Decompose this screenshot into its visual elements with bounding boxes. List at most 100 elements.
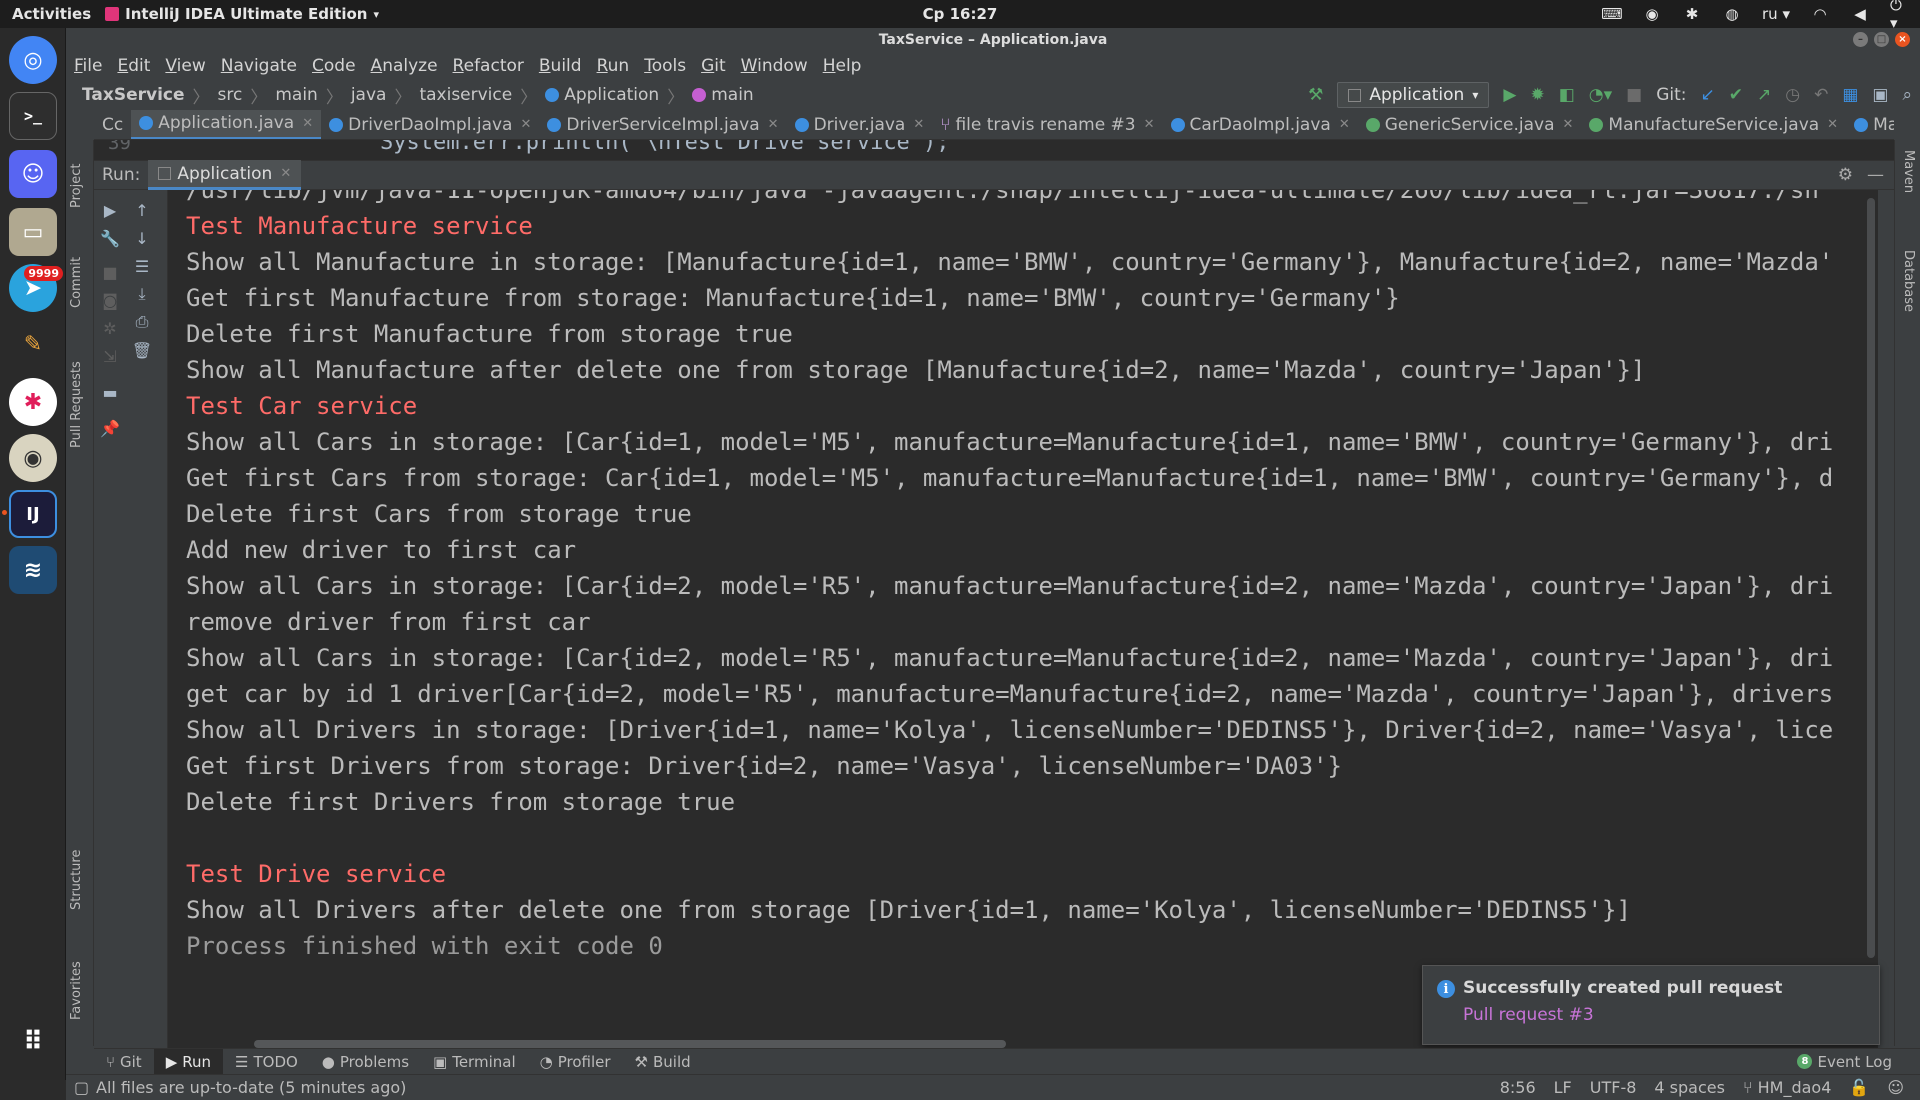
- terminal-icon[interactable]: >_: [9, 92, 57, 140]
- clock[interactable]: Ср 16:27: [923, 5, 998, 23]
- project-panel-tab[interactable]: Project: [69, 164, 84, 208]
- stop-icon[interactable]: ■: [1626, 85, 1642, 105]
- favorites-panel-tab[interactable]: Favorites: [69, 961, 84, 1020]
- profile-icon[interactable]: ◔▾: [1589, 85, 1612, 105]
- search-icon[interactable]: ⌕: [1902, 85, 1912, 105]
- project-structure-icon[interactable]: ▦: [1842, 85, 1858, 105]
- vertical-scrollbar[interactable]: [1864, 190, 1878, 1048]
- close-tab-icon[interactable]: ✕: [1563, 117, 1574, 132]
- inspector-icon[interactable]: ☺: [1887, 1078, 1904, 1097]
- rollback-icon[interactable]: ↶: [1814, 85, 1828, 105]
- slack-icon[interactable]: ✱: [9, 378, 57, 426]
- coverage-icon[interactable]: ◧: [1559, 85, 1575, 105]
- tab-genericservice-java[interactable]: GenericService.java ✕: [1358, 110, 1582, 139]
- tab-problems[interactable]: ● Problems: [310, 1049, 421, 1075]
- tab-manufactureservice-java[interactable]: ManufactureService.java ✕: [1581, 110, 1846, 139]
- trash-icon[interactable]: 🗑: [132, 340, 152, 360]
- rerun-icon[interactable]: ▶: [100, 200, 120, 220]
- breadcrumb-java[interactable]: java: [351, 85, 387, 105]
- tab-partial-left[interactable]: Cc: [94, 110, 131, 139]
- menu-refactor[interactable]: Refactor: [453, 56, 524, 76]
- camera-icon[interactable]: ◙: [100, 290, 120, 310]
- status-toggle-icon[interactable]: ▢: [74, 1078, 89, 1097]
- tab-git[interactable]: ⑂ Git: [94, 1049, 154, 1075]
- menu-view[interactable]: View: [165, 56, 205, 76]
- language-indicator[interactable]: ru ▾: [1762, 5, 1790, 23]
- tab-profiler[interactable]: ◔ Profiler: [528, 1049, 623, 1075]
- breadcrumb-class[interactable]: Application: [545, 85, 659, 105]
- scrollbar-thumb[interactable]: [1867, 198, 1875, 958]
- arrow-up-icon[interactable]: ↑: [132, 200, 152, 220]
- wrench-icon[interactable]: 🔧: [100, 228, 120, 248]
- print-icon[interactable]: ⎙: [132, 312, 152, 332]
- minimize-panel-icon[interactable]: —: [1867, 165, 1884, 185]
- close-tab-icon[interactable]: ✕: [1339, 117, 1350, 132]
- caret-position[interactable]: 8:56: [1500, 1078, 1536, 1097]
- git-commit-icon[interactable]: ✔: [1729, 85, 1743, 105]
- menu-analyze[interactable]: Analyze: [371, 56, 438, 76]
- stop-icon[interactable]: ■: [100, 262, 120, 282]
- tab-driverdaoimpl-java[interactable]: DriverDaoImpl.java ✕: [321, 110, 539, 139]
- intellij-dock-icon[interactable]: IJ: [9, 490, 57, 538]
- discord-tray-icon[interactable]: ◉: [1642, 5, 1662, 23]
- menu-run[interactable]: Run: [597, 56, 630, 76]
- breadcrumb-package[interactable]: taxiservice: [419, 85, 512, 105]
- git-push-icon[interactable]: ↗: [1757, 85, 1771, 105]
- indent-setting[interactable]: 4 spaces: [1654, 1078, 1725, 1097]
- database-panel-tab[interactable]: Database: [1901, 250, 1916, 312]
- close-tab-icon[interactable]: ✕: [768, 117, 779, 132]
- gear-off-icon[interactable]: ✲: [100, 318, 120, 338]
- close-tab-icon[interactable]: ✕: [302, 116, 313, 131]
- event-log-button[interactable]: 8 Event Log: [1797, 1053, 1892, 1071]
- close-icon[interactable]: ×: [1895, 32, 1910, 47]
- wifi-icon[interactable]: ◠: [1810, 5, 1830, 23]
- globe-icon[interactable]: ◍: [1722, 5, 1742, 23]
- show-apps-icon[interactable]: ⠿: [9, 1018, 57, 1066]
- commit-panel-tab[interactable]: Commit: [69, 257, 84, 308]
- pull-request-link[interactable]: Pull request #3: [1463, 1005, 1594, 1025]
- git-update-icon[interactable]: ↙: [1701, 85, 1715, 105]
- structure-panel-tab[interactable]: Structure: [69, 850, 84, 910]
- menu-window[interactable]: Window: [741, 56, 808, 76]
- minimize-icon[interactable]: –: [1853, 32, 1868, 47]
- menu-navigate[interactable]: Navigate: [221, 56, 297, 76]
- git-branch[interactable]: ⑂ HM_dao4: [1743, 1078, 1831, 1097]
- lock-icon[interactable]: 🔓: [1849, 1078, 1869, 1097]
- menu-edit[interactable]: Edit: [117, 56, 150, 76]
- breadcrumb-main-folder[interactable]: main: [275, 85, 317, 105]
- tab-run[interactable]: ▶ Run: [153, 1048, 224, 1075]
- tab-driver-java[interactable]: Driver.java ✕: [787, 110, 933, 139]
- file-manager-icon[interactable]: ▭: [9, 208, 57, 256]
- close-tab-icon[interactable]: ✕: [1144, 117, 1155, 132]
- run-icon[interactable]: ▶: [1503, 85, 1516, 105]
- debug-icon[interactable]: ✹: [1530, 85, 1544, 105]
- rhythmbox-icon[interactable]: ◉: [9, 434, 57, 482]
- discord-icon[interactable]: ☺: [9, 150, 57, 198]
- arrow-down-icon[interactable]: ↓: [132, 228, 152, 248]
- activities-button[interactable]: Activities: [0, 5, 105, 23]
- chrome-icon[interactable]: ◎: [9, 36, 57, 84]
- maximize-icon[interactable]: □: [1874, 32, 1889, 47]
- pin-icon[interactable]: 📌: [100, 418, 120, 438]
- close-tab-icon[interactable]: ✕: [913, 117, 924, 132]
- history-icon[interactable]: ◷: [1785, 85, 1800, 105]
- close-tab-icon[interactable]: ✕: [1827, 117, 1838, 132]
- tab-driverserviceimpl-java[interactable]: DriverServiceImpl.java ✕: [539, 110, 786, 139]
- tab-terminal[interactable]: ▣ Terminal: [421, 1049, 528, 1075]
- console-output[interactable]: /usr/lib/jvm/java-11-openjdk-amd64/bin/j…: [168, 190, 1864, 1048]
- terminal-toggle-icon[interactable]: ▣: [1872, 85, 1888, 105]
- run-tab-application[interactable]: Application ✕: [148, 160, 302, 190]
- menu-tools[interactable]: Tools: [644, 56, 686, 76]
- close-tab-icon[interactable]: ✕: [280, 166, 291, 181]
- slack-tray-icon[interactable]: ✱: [1682, 5, 1702, 23]
- breadcrumb-src[interactable]: src: [218, 85, 243, 105]
- tab-application-java[interactable]: Application.java ✕: [131, 110, 322, 139]
- file-encoding[interactable]: UTF-8: [1590, 1078, 1637, 1097]
- scroll-to-end-icon[interactable]: ⤓: [132, 284, 152, 304]
- power-icon[interactable]: ⏻ ▾: [1890, 0, 1910, 32]
- mysql-workbench-icon[interactable]: ≋: [9, 546, 57, 594]
- tab-cardaoimpl-java[interactable]: CarDaoImpl.java ✕: [1163, 110, 1358, 139]
- close-tab-icon[interactable]: ✕: [520, 117, 531, 132]
- menu-file[interactable]: File: [74, 56, 102, 76]
- telegram-icon[interactable]: ➤ 9999: [9, 264, 63, 312]
